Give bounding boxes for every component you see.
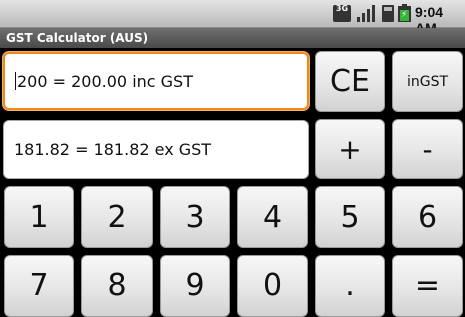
status-bar: 3G ⚡ 9:04 AM — [0, 0, 465, 36]
inc-gst-text: 200 = 200.00 inc GST — [17, 71, 193, 91]
ex-gst-display[interactable]: 181.82 = 181.82 ex GST — [3, 120, 309, 179]
decimal-point-button[interactable]: . — [315, 255, 385, 317]
ex-gst-text: 181.82 = 181.82 ex GST — [14, 140, 212, 159]
clear-entry-button[interactable]: CE — [315, 51, 385, 112]
digit-6-button[interactable]: 6 — [392, 186, 463, 248]
in-gst-button[interactable]: inGST — [392, 51, 463, 112]
digit-9-button[interactable]: 9 — [160, 255, 230, 317]
minus-button[interactable]: - — [392, 119, 463, 179]
digit-5-button[interactable]: 5 — [315, 186, 385, 248]
digit-1-button[interactable]: 1 — [4, 186, 74, 248]
digit-2-button[interactable]: 2 — [81, 186, 153, 248]
3g-icon: 3G — [333, 5, 351, 22]
inc-gst-display[interactable]: 200 = 200.00 inc GST — [3, 52, 309, 110]
digit-3-button[interactable]: 3 — [160, 186, 230, 248]
digit-8-button[interactable]: 8 — [81, 255, 153, 317]
digit-7-button[interactable]: 7 — [4, 255, 74, 317]
equals-button[interactable]: = — [392, 255, 463, 317]
app-title: GST Calculator (AUS) — [0, 28, 465, 48]
signal-icon — [357, 5, 377, 22]
digit-4-button[interactable]: 4 — [237, 186, 308, 248]
digit-0-button[interactable]: 0 — [237, 255, 308, 317]
plus-button[interactable]: + — [315, 119, 385, 179]
text-cursor — [15, 72, 16, 90]
sd-card-icon — [382, 5, 394, 22]
battery-charging-icon: ⚡ — [398, 4, 411, 22]
